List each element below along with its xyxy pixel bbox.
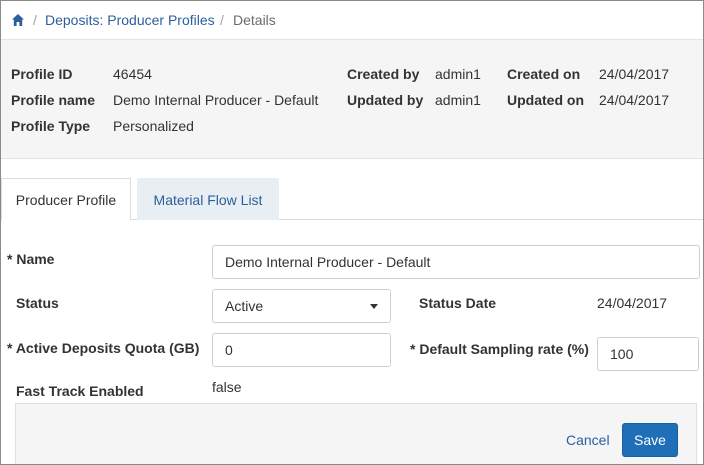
created-by-value: admin1 xyxy=(435,66,481,82)
breadcrumb: / Deposits: Producer Profiles / Details xyxy=(1,1,703,39)
breadcrumb-separator: / xyxy=(220,12,224,28)
page-frame: / Deposits: Producer Profiles / Details … xyxy=(0,0,704,465)
updated-by-label: Updated by xyxy=(347,92,424,108)
name-input[interactable]: Demo Internal Producer - Default xyxy=(212,245,700,279)
breadcrumb-link-producer-profiles[interactable]: Deposits: Producer Profiles xyxy=(45,12,215,28)
name-label: * Name xyxy=(7,251,55,267)
default-sampling-rate-label: * Default Sampling rate (%) xyxy=(410,341,589,357)
updated-on-value: 24/04/2017 xyxy=(599,92,670,108)
updated-on-label: Updated on xyxy=(507,92,584,108)
updated-by-value: admin1 xyxy=(435,92,481,108)
status-date-value: 24/04/2017 xyxy=(597,295,668,311)
fast-track-enabled-label: Fast Track Enabled xyxy=(16,383,144,399)
profile-id-label: Profile ID xyxy=(11,66,73,82)
created-on-value: 24/04/2017 xyxy=(599,66,670,82)
profile-type-value: Personalized xyxy=(113,118,194,134)
cancel-button[interactable]: Cancel xyxy=(566,432,610,448)
profile-id-value: 46454 xyxy=(113,66,152,82)
home-icon[interactable] xyxy=(11,13,25,27)
profile-name-value: Demo Internal Producer - Default xyxy=(113,92,319,108)
chevron-down-icon xyxy=(370,304,378,309)
fast-track-enabled-value: false xyxy=(212,379,242,395)
profile-type-label: Profile Type xyxy=(11,118,91,134)
tab-producer-profile[interactable]: Producer Profile xyxy=(1,178,131,221)
active-deposits-quota-label: * Active Deposits Quota (GB) xyxy=(7,340,200,356)
status-select-value: Active xyxy=(225,298,264,314)
save-button[interactable]: Save xyxy=(622,423,678,457)
profile-info-panel: Profile ID 46454 Profile name Demo Inter… xyxy=(1,39,703,159)
breadcrumb-current-details: Details xyxy=(233,12,276,28)
status-label: Status xyxy=(16,295,59,311)
default-sampling-rate-input[interactable]: 100 xyxy=(597,337,699,371)
status-select[interactable]: Active xyxy=(212,289,391,323)
breadcrumb-separator: / xyxy=(33,12,37,28)
created-by-label: Created by xyxy=(347,66,420,82)
status-date-label: Status Date xyxy=(419,295,497,311)
created-on-label: Created on xyxy=(507,66,581,82)
profile-name-label: Profile name xyxy=(11,92,96,108)
active-deposits-quota-input[interactable]: 0 xyxy=(212,333,391,367)
tab-material-flow-list[interactable]: Material Flow List xyxy=(137,178,279,220)
form-footer: Cancel Save xyxy=(15,403,697,464)
tab-bar: Producer Profile Material Flow List xyxy=(1,178,703,221)
